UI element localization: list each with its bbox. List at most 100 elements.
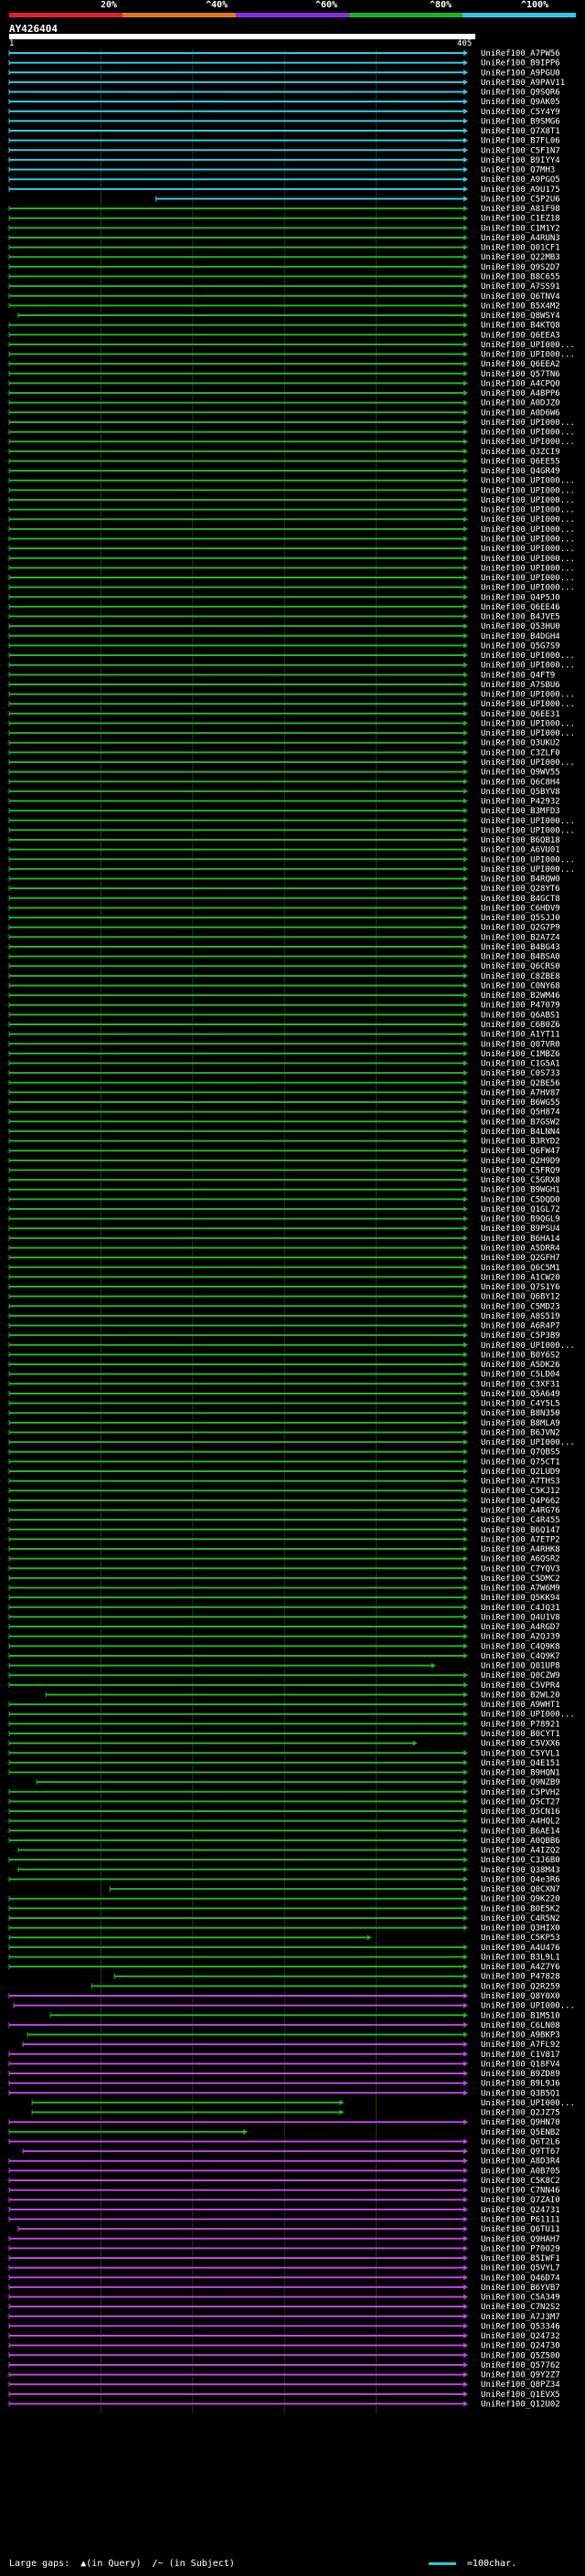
hit-label[interactable]: UniRef100_B5X4M2: [481, 302, 560, 311]
hit-label[interactable]: UniRef100_Q2G7P9: [481, 924, 560, 933]
hit-label[interactable]: UniRef100_P42932: [481, 798, 560, 807]
hit-label[interactable]: UniRef100_Q4U1V8: [481, 1613, 560, 1622]
hit-label[interactable]: UniRef100_Q2BE56: [481, 1079, 560, 1088]
hit-label[interactable]: UniRef100_UPI000...: [481, 574, 575, 583]
hit-label[interactable]: UniRef100_C6LN08: [481, 2021, 560, 2030]
hit-label[interactable]: UniRef100_Q28YT6: [481, 885, 560, 894]
hit-label[interactable]: UniRef100_Q1EVX5: [481, 2390, 560, 2400]
hit-label[interactable]: UniRef100_Q2LUD9: [481, 1468, 560, 1477]
hit-label[interactable]: UniRef100_A9PGO5: [481, 175, 560, 185]
hit-label[interactable]: UniRef100_A9PAV11: [481, 79, 565, 88]
hit-label[interactable]: UniRef100_A0DJZ0: [481, 399, 560, 408]
hit-label[interactable]: UniRef100_C5GRX8: [481, 1176, 560, 1185]
hit-label[interactable]: UniRef100_B9HQN1: [481, 1769, 560, 1778]
hit-label[interactable]: UniRef100_B4DGH4: [481, 632, 560, 641]
hit-label[interactable]: UniRef100_C5DMC2: [481, 1574, 560, 1584]
hit-label[interactable]: UniRef100_Q9Y2Z7: [481, 2371, 560, 2380]
hit-label[interactable]: UniRef100_A4HQL2: [481, 1818, 560, 1827]
hit-label[interactable]: UniRef100_Q8Y0X0: [481, 1992, 560, 2001]
hit-label[interactable]: UniRef100_Q4P5J0: [481, 593, 560, 602]
hit-label[interactable]: UniRef100_A0B705: [481, 2167, 560, 2176]
hit-label[interactable]: UniRef100_C0NY68: [481, 981, 560, 991]
hit-label[interactable]: UniRef100_Q6C5M1: [481, 1264, 560, 1273]
hit-label[interactable]: UniRef100_B1M510: [481, 2011, 560, 2020]
hit-label[interactable]: UniRef100_Q6FW47: [481, 1147, 560, 1156]
hit-label[interactable]: UniRef100_Q6ABS1: [481, 1011, 560, 1020]
hit-label[interactable]: UniRef100_B9IPP6: [481, 59, 560, 69]
hit-label[interactable]: UniRef100_C5VXX6: [481, 1740, 560, 1749]
hit-label[interactable]: UniRef100_Q9HN70: [481, 2118, 560, 2127]
hit-label[interactable]: UniRef100_Q3HIX0: [481, 1924, 560, 1934]
hit-label[interactable]: UniRef100_C1EZ18: [481, 215, 560, 224]
hit-label[interactable]: UniRef100_C5P2U6: [481, 195, 560, 204]
hit-label[interactable]: UniRef100_C1G5A1: [481, 1060, 560, 1069]
hit-label[interactable]: UniRef100_Q4FT9: [481, 671, 555, 680]
hit-label[interactable]: UniRef100_UPI000...: [481, 826, 575, 835]
hit-label[interactable]: UniRef100_C5Y4Y9: [481, 108, 560, 117]
hit-label[interactable]: UniRef100_Q46D74: [481, 2274, 560, 2283]
hit-label[interactable]: UniRef100_A2QJ39: [481, 1633, 560, 1642]
hit-label[interactable]: UniRef100_A9WHT1: [481, 1701, 560, 1710]
hit-label[interactable]: UniRef100_UPI000...: [481, 652, 575, 661]
hit-label[interactable]: UniRef100_A4RGD7: [481, 1623, 560, 1632]
hit-label[interactable]: UniRef100_C5DQD0: [481, 1195, 560, 1204]
hit-label[interactable]: UniRef100_B6Q147: [481, 1526, 560, 1535]
hit-label[interactable]: UniRef100_UPI000...: [481, 758, 575, 768]
hit-label[interactable]: UniRef100_B7FL06: [481, 137, 560, 146]
hit-label[interactable]: UniRef100_B6AE14: [481, 1827, 560, 1836]
hit-label[interactable]: UniRef100_Q7MH3: [481, 166, 555, 175]
hit-label[interactable]: UniRef100_B3RYD2: [481, 1138, 560, 1147]
hit-label[interactable]: UniRef100_A7THS3: [481, 1478, 560, 1487]
hit-label[interactable]: UniRef100_C7NN46: [481, 2187, 560, 2196]
hit-label[interactable]: UniRef100_Q5VYL7: [481, 2264, 560, 2274]
hit-label[interactable]: UniRef100_UPI000...: [481, 525, 575, 535]
hit-label[interactable]: UniRef100_Q07VR0: [481, 1040, 560, 1049]
hit-label[interactable]: UniRef100_UPI000...: [481, 496, 575, 505]
hit-label[interactable]: UniRef100_Q9SQR6: [481, 89, 560, 98]
hit-label[interactable]: UniRef100_C5FRQ9: [481, 1166, 560, 1175]
hit-label[interactable]: UniRef100_Q6EE46: [481, 603, 560, 612]
hit-label[interactable]: UniRef100_Q12U02: [481, 2400, 560, 2409]
hit-label[interactable]: UniRef100_B9QGL9: [481, 1215, 560, 1224]
hit-label[interactable]: UniRef100_UPI000...: [481, 817, 575, 826]
hit-label[interactable]: UniRef100_Q6CRS0: [481, 962, 560, 971]
hit-label[interactable]: UniRef100_A9U175: [481, 186, 560, 195]
hit-label[interactable]: UniRef100_A9BKP3: [481, 2031, 560, 2041]
hit-label[interactable]: UniRef100_C5KP53: [481, 1934, 560, 1943]
hit-label[interactable]: UniRef100_A7J3M7: [481, 2313, 560, 2322]
hit-label[interactable]: UniRef100_C5YVL1: [481, 1749, 560, 1758]
hit-label[interactable]: UniRef100_C7YQV3: [481, 1564, 560, 1574]
hit-label[interactable]: UniRef100_C4Q9K8: [481, 1642, 560, 1651]
hit-label[interactable]: UniRef100_B3MFD3: [481, 807, 560, 816]
hit-label[interactable]: UniRef100_Q53346: [481, 2322, 560, 2331]
hit-label[interactable]: UniRef100_A7PW56: [481, 49, 560, 58]
hit-label[interactable]: UniRef100_Q4e3R6: [481, 1875, 560, 1884]
hit-label[interactable]: UniRef100_B0Y6S2: [481, 1351, 560, 1360]
hit-label[interactable]: UniRef100_B9ZD89: [481, 2070, 560, 2079]
hit-label[interactable]: UniRef100_Q4P662: [481, 1497, 560, 1506]
hit-label[interactable]: UniRef100_A7FL92: [481, 2041, 560, 2050]
hit-label[interactable]: UniRef100_P47828: [481, 1973, 560, 1982]
hit-label[interactable]: UniRef100_Q9K220: [481, 1895, 560, 1904]
hit-label[interactable]: UniRef100_Q53HU0: [481, 622, 560, 631]
hit-label[interactable]: UniRef100_B8N350: [481, 1409, 560, 1418]
hit-label[interactable]: UniRef100_B4GCT8: [481, 895, 560, 904]
hit-label[interactable]: UniRef100_Q7QBS5: [481, 1448, 560, 1458]
hit-label[interactable]: UniRef100_C8ZBE8: [481, 972, 560, 981]
hit-label[interactable]: UniRef100_Q9AK05: [481, 98, 560, 107]
hit-label[interactable]: UniRef100_P61111: [481, 2215, 560, 2224]
hit-label[interactable]: UniRef100_Q9HAH7: [481, 2235, 560, 2244]
hit-label[interactable]: UniRef100_UPI000...: [481, 719, 575, 728]
hit-label[interactable]: UniRef100_Q57TN6: [481, 370, 560, 379]
hit-label[interactable]: UniRef100_P47079: [481, 1002, 560, 1011]
hit-label[interactable]: UniRef100_C5KJ12: [481, 1487, 560, 1496]
hit-label[interactable]: UniRef100_UPI000...: [481, 1341, 575, 1351]
hit-label[interactable]: UniRef100_Q1GL72: [481, 1205, 560, 1214]
hit-label[interactable]: UniRef100_C7N2S2: [481, 2303, 560, 2312]
hit-label[interactable]: UniRef100_A7SS91: [481, 282, 560, 292]
hit-label[interactable]: UniRef100_Q7X8T1: [481, 127, 560, 136]
hit-label[interactable]: UniRef100_B6WG55: [481, 1098, 560, 1108]
hit-label[interactable]: UniRef100_C4R455: [481, 1516, 560, 1525]
hit-label[interactable]: UniRef100_UPI000...: [481, 691, 575, 700]
hit-label[interactable]: UniRef100_A0QBB6: [481, 1837, 560, 1846]
